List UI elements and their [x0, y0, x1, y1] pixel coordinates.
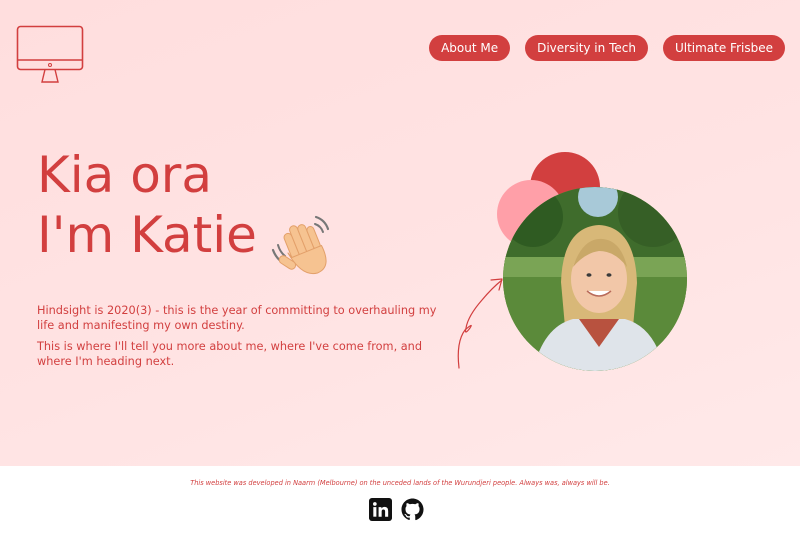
- hero-section: About Me Diversity in Tech Ultimate Fris…: [0, 0, 800, 466]
- intro-paragraph-1: Hindsight is 2020(3) - this is the year …: [37, 304, 437, 332]
- intro-text: Hindsight is 2020(3) - this is the year …: [37, 303, 447, 375]
- computer-monitor-icon[interactable]: [16, 25, 84, 85]
- main-nav: About Me Diversity in Tech Ultimate Fris…: [429, 35, 785, 61]
- github-icon[interactable]: [401, 498, 424, 521]
- intro-paragraph-2: This is where I'll tell you more about m…: [37, 340, 422, 368]
- nav-ultimate-frisbee-button[interactable]: Ultimate Frisbee: [662, 35, 785, 61]
- social-links: [369, 498, 424, 521]
- nav-diversity-in-tech-button[interactable]: Diversity in Tech: [525, 35, 648, 61]
- page-headline: Kia ora I'm Katie: [37, 145, 257, 265]
- curved-arrow-icon: [457, 278, 503, 369]
- name-text: I'm Katie: [37, 206, 257, 264]
- greeting-text: Kia ora: [37, 146, 212, 204]
- profile-photo: [503, 187, 687, 371]
- linkedin-icon[interactable]: [369, 498, 392, 521]
- footer: This website was developed in Naarm (Mel…: [0, 466, 800, 533]
- nav-about-me-button[interactable]: About Me: [429, 35, 511, 61]
- waving-hand-icon: [271, 215, 330, 275]
- footer-acknowledgement: This website was developed in Naarm (Mel…: [190, 479, 610, 487]
